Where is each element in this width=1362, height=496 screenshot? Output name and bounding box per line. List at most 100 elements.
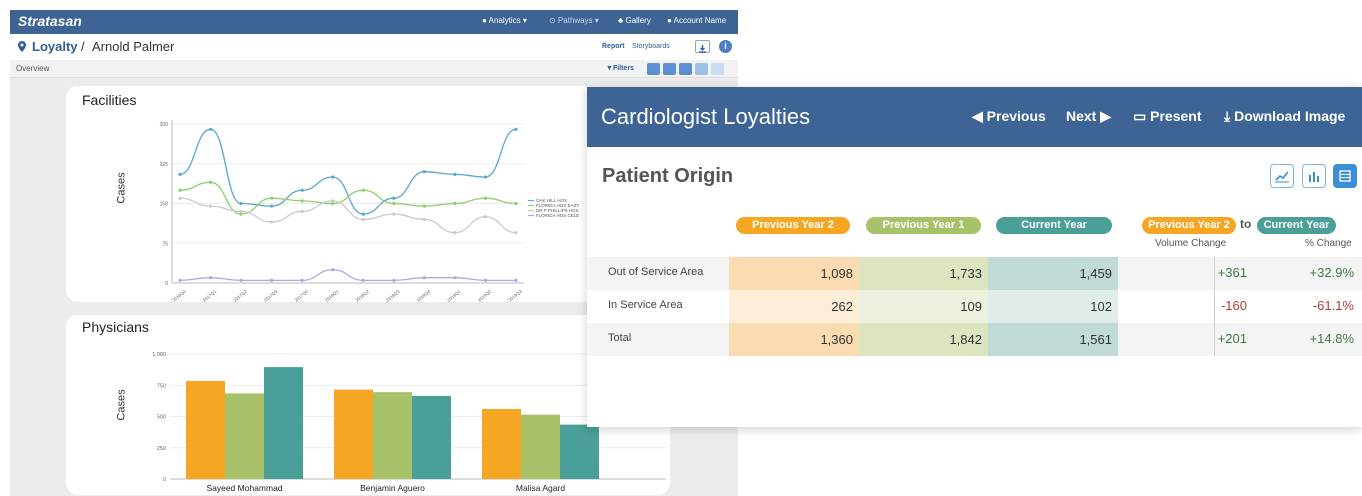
y-tick-label: 75	[162, 241, 168, 247]
globe-icon: ●	[482, 16, 489, 25]
data-point	[239, 209, 243, 214]
previous-year-2-header: Previous Year 2	[736, 217, 850, 234]
nav-analytics[interactable]: ● Analytics ▾	[482, 16, 527, 25]
legend-label: FLORIDA HOS CELE	[536, 213, 579, 218]
data-point	[300, 188, 304, 192]
camera-filter-icon[interactable]	[663, 63, 676, 75]
data-point	[483, 278, 488, 282]
y-tick-label: 0	[163, 477, 166, 483]
time-filter-icon[interactable]	[711, 63, 724, 75]
y-tick-label: 300	[160, 122, 169, 128]
overview-tab[interactable]: Overview	[16, 64, 49, 73]
brand-logo[interactable]: Stratasan	[18, 13, 82, 29]
line-chart-icon	[1275, 171, 1289, 183]
percent-change-cell: +32.9%	[1309, 265, 1354, 280]
sub-toolbar: Overview ▼Filters	[10, 60, 738, 78]
x-category-label: Malisa Agard	[516, 483, 565, 493]
x-tick-label: 2018Q2	[355, 288, 371, 302]
data-point	[331, 268, 335, 272]
previous-year-1-cell: 1,842	[859, 323, 988, 356]
report-link[interactable]: Report	[602, 43, 625, 50]
facilities-card: Facilities Cases 300 225 150 75 0 2016Q4 2017Q…	[66, 86, 596, 302]
download-button[interactable]	[695, 40, 710, 53]
x-tick-label: 2019Q3	[507, 288, 523, 302]
data-point	[392, 201, 396, 206]
data-point	[483, 215, 488, 219]
caret-down-icon: ▾	[592, 16, 599, 25]
data-point	[178, 196, 182, 200]
data-point	[453, 172, 457, 176]
y-tick-label: 225	[160, 162, 169, 168]
data-point	[514, 201, 518, 206]
data-point	[270, 196, 274, 200]
download-image-button[interactable]: ⤓ Download Image	[1224, 108, 1345, 125]
data-point	[361, 188, 365, 192]
data-point	[208, 180, 213, 184]
breadcrumb-separator: /	[81, 39, 85, 54]
breadcrumb-loyalty-link[interactable]: Loyalty	[32, 39, 78, 54]
data-point	[300, 199, 304, 203]
bar	[373, 392, 412, 479]
row-label: Out of Service Area	[608, 266, 704, 278]
x-tick-label: 2019Q1	[446, 288, 462, 302]
series-line	[179, 128, 517, 215]
nav-account[interactable]: ● Account Name	[667, 16, 726, 25]
map-pin-icon	[18, 41, 26, 52]
data-point	[453, 231, 457, 235]
download-icon: ⤓	[1224, 108, 1235, 124]
x-tick-label: 2018Q3	[385, 288, 401, 302]
data-point	[239, 278, 243, 282]
physician-filter-icon[interactable]	[647, 63, 660, 75]
physicians-card: Physicians Cases 1,000 750 500 250 0 Sayeed M…	[66, 315, 670, 495]
info-icon[interactable]: i	[719, 40, 732, 53]
bar	[521, 414, 560, 479]
data-point	[514, 231, 518, 235]
volume-change-cell: +201	[1217, 331, 1247, 346]
nav-pathways[interactable]: ⊙ Pathways ▾	[549, 16, 599, 25]
x-tick-label: 2017Q1	[202, 288, 218, 302]
storyboards-link[interactable]: Storyboards	[632, 43, 670, 50]
current-year-header: Current Year	[996, 217, 1112, 234]
data-point	[422, 170, 426, 174]
download-image-label: Download Image	[1234, 108, 1346, 124]
data-point	[300, 209, 304, 214]
line-view-button[interactable]	[1270, 164, 1294, 188]
hospital-filter-icon[interactable]	[679, 63, 692, 75]
previous-button[interactable]: ◀ Previous	[972, 108, 1046, 125]
x-tick-label: 2017Q4	[293, 288, 309, 302]
filters-button[interactable]: ▼Filters	[606, 65, 634, 72]
data-point	[270, 220, 274, 224]
data-point	[178, 172, 182, 176]
section-title: Patient Origin	[602, 165, 734, 187]
data-point	[422, 204, 426, 208]
panel-header: Cardiologist Loyalties ◀ Previous Next ▶…	[587, 87, 1362, 147]
current-year-cell: 1,561	[988, 323, 1118, 356]
comparison-to-label: to	[1240, 217, 1252, 231]
data-point	[300, 278, 304, 282]
data-point	[453, 276, 457, 280]
x-tick-label: 2018Q4	[416, 288, 432, 302]
x-tick-label: 2017Q3	[263, 288, 279, 302]
bar	[334, 389, 373, 479]
percent-change-cell: -61.1%	[1312, 298, 1354, 313]
nav-gallery[interactable]: ♣ Gallery	[618, 16, 651, 25]
comparison-from-pill: Previous Year 2	[1142, 217, 1236, 234]
bar-view-button[interactable]	[1302, 164, 1326, 188]
y-tick-label: 1,000	[152, 352, 166, 358]
top-navbar: Stratasan ● Analytics ▾ ⊙ Pathways ▾ ♣ G…	[10, 10, 738, 34]
next-button[interactable]: Next ▶	[1066, 108, 1111, 125]
present-button[interactable]: ▭ Present	[1133, 108, 1201, 125]
dollar-filter-icon[interactable]	[695, 63, 708, 75]
data-point	[422, 276, 426, 280]
percent-change-header: % Change	[1305, 238, 1352, 249]
filters-label: Filters	[612, 65, 634, 72]
breadcrumb: Loyalty / Arnold Palmer Report Storyboar…	[10, 34, 738, 60]
table-view-button[interactable]	[1333, 164, 1357, 188]
bar	[186, 380, 225, 479]
data-point	[331, 199, 335, 203]
y-tick-label: 150	[160, 202, 169, 208]
bar	[560, 424, 599, 479]
data-point	[483, 175, 488, 179]
present-label: Present	[1150, 108, 1202, 124]
volume-change-header: Volume Change	[1155, 238, 1227, 249]
